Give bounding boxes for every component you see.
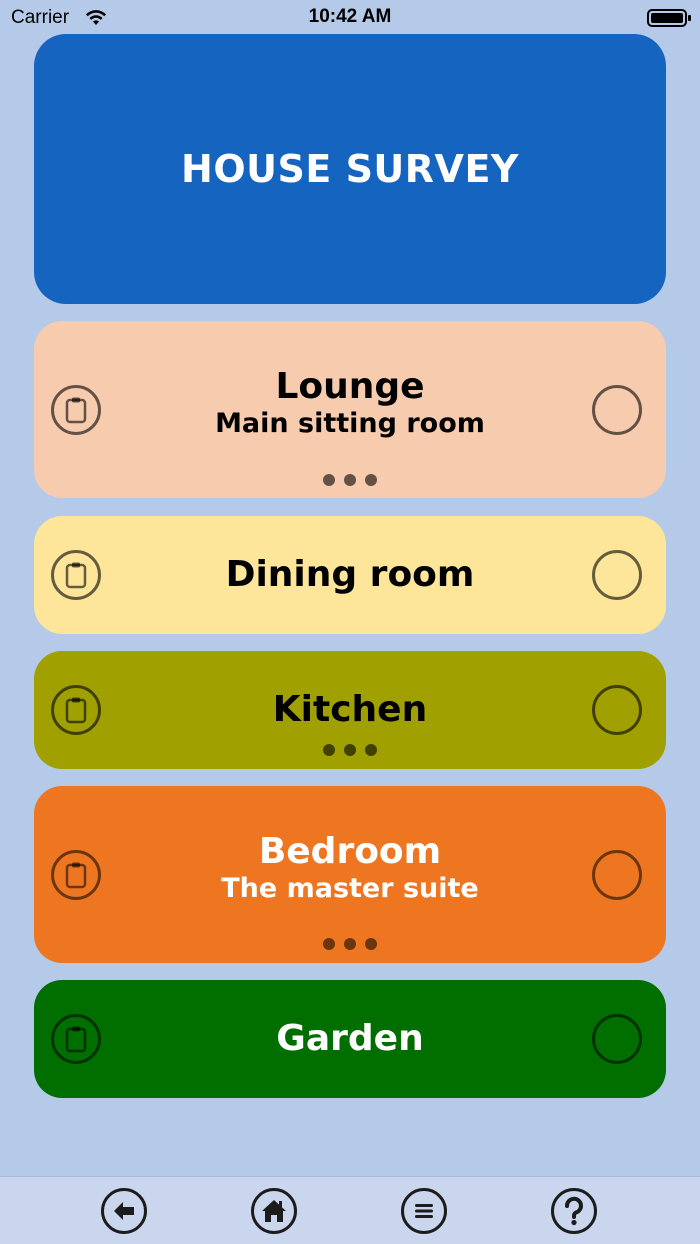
menu-icon	[415, 1204, 433, 1218]
clipboard-button[interactable]	[51, 849, 101, 900]
room-card-bedroom[interactable]: Bedroom The master suite	[34, 786, 666, 963]
clipboard-icon	[65, 862, 87, 888]
room-card-kitchen[interactable]: Kitchen	[34, 651, 666, 769]
clipboard-icon	[65, 697, 87, 724]
more-dots-icon[interactable]	[34, 744, 666, 756]
room-name: Garden	[276, 1018, 424, 1059]
empty-circle-icon[interactable]	[592, 384, 642, 435]
clipboard-icon	[65, 397, 87, 423]
more-dots-icon[interactable]	[34, 474, 666, 486]
clipboard-icon	[65, 562, 87, 589]
room-name: Bedroom	[258, 830, 442, 872]
dot	[323, 474, 335, 486]
room-card-dining-room[interactable]: Dining room	[34, 516, 666, 634]
bottom-toolbar	[0, 1176, 700, 1244]
battery-icon	[647, 9, 691, 27]
room-card-garden[interactable]: Garden	[34, 980, 666, 1098]
status-time: 10:42 AM	[308, 6, 392, 27]
empty-circle-icon[interactable]	[592, 849, 642, 900]
page-title: HOUSE SURVEY	[181, 147, 519, 191]
back-button[interactable]	[101, 1188, 147, 1234]
dot	[344, 744, 356, 756]
room-name: Kitchen	[272, 689, 428, 730]
clipboard-button[interactable]	[51, 550, 101, 600]
dot	[323, 938, 335, 950]
dot	[344, 474, 356, 486]
room-name: Dining room	[225, 554, 475, 595]
clipboard-button[interactable]	[51, 685, 101, 735]
dot	[365, 938, 377, 950]
dot	[344, 938, 356, 950]
empty-circle-icon[interactable]	[592, 550, 642, 600]
home-icon	[262, 1200, 286, 1222]
empty-circle-icon[interactable]	[592, 685, 642, 735]
room-description: Main sitting room	[215, 407, 485, 439]
home-button[interactable]	[251, 1188, 297, 1234]
header-banner: HOUSE SURVEY	[34, 34, 666, 304]
back-arrow-icon	[114, 1202, 134, 1220]
status-bar: Carrier 10:42 AM	[0, 0, 700, 34]
help-icon	[564, 1196, 583, 1226]
dot	[365, 474, 377, 486]
menu-button[interactable]	[401, 1188, 447, 1234]
dot	[323, 744, 335, 756]
room-card-lounge[interactable]: Lounge Main sitting room	[34, 321, 666, 498]
room-description: The master suite	[221, 872, 479, 904]
clipboard-button[interactable]	[51, 1014, 101, 1064]
help-button[interactable]	[551, 1188, 597, 1234]
dot	[365, 744, 377, 756]
room-name: Lounge	[275, 365, 425, 407]
clipboard-icon	[65, 1026, 87, 1053]
more-dots-icon[interactable]	[34, 938, 666, 950]
empty-circle-icon[interactable]	[592, 1014, 642, 1064]
clipboard-button[interactable]	[51, 384, 101, 435]
